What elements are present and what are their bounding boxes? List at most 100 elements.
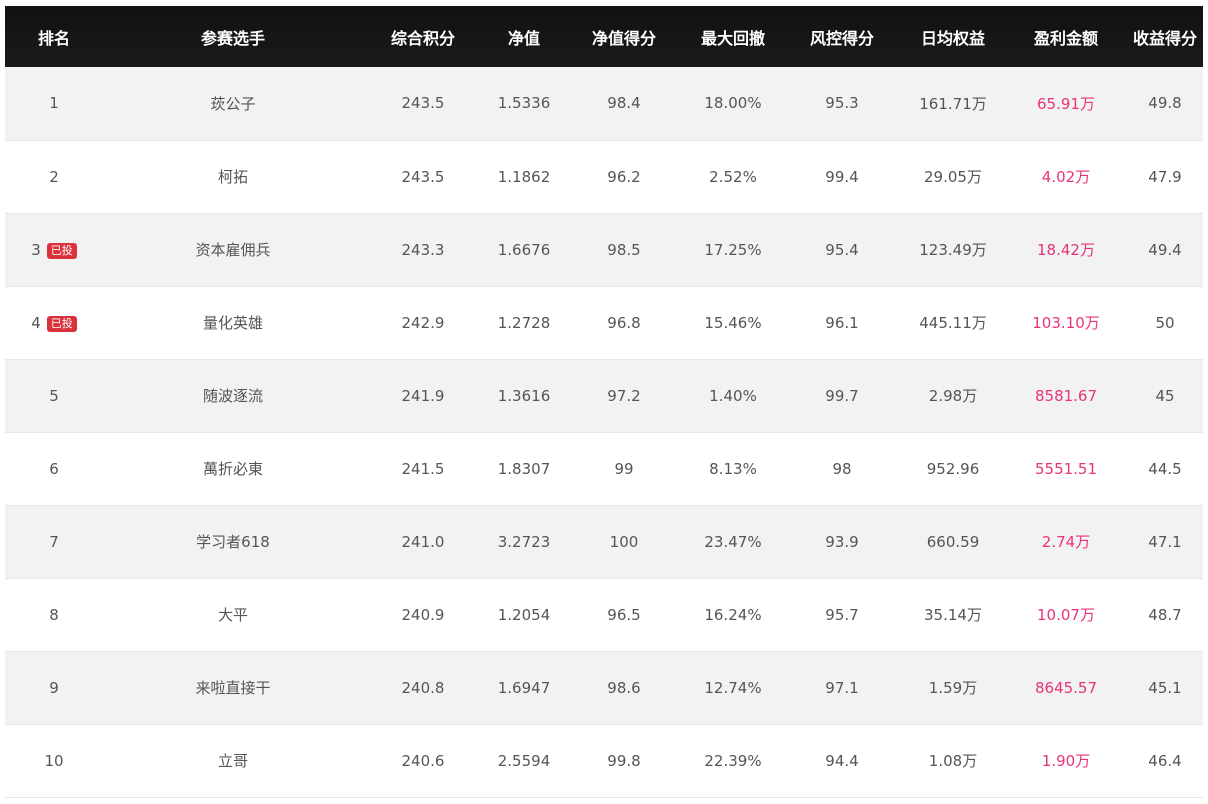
ranking-table-container: 排名 参赛选手 综合积分 净值 净值得分 最大回撤 风控得分 日均权益 盈利金额… [5,6,1203,798]
header-avg-equity[interactable]: 日均权益 [901,6,1005,67]
table-row[interactable]: 4 已投 量化英雄 242.9 1.2728 96.8 15.46% 96.1 445.11万 1… [5,286,1203,360]
table-row[interactable]: 2 柯拓 243.5 1.1862 96.2 2.52% 99.4 29.05万 4.02万 47… [5,140,1203,214]
header-total-score[interactable]: 综合积分 [363,6,483,67]
header-return-score[interactable]: 收益得分 [1127,6,1203,67]
total-score-cell: 243.3 [363,213,483,287]
header-max-drawdown[interactable]: 最大回撤 [683,6,783,67]
rank-cell: 5 [5,359,103,433]
player-name-cell[interactable]: 来啦直接干 [103,651,363,725]
total-score-cell: 242.9 [363,286,483,360]
player-name-cell[interactable]: 学习者618 [103,505,363,579]
player-name-cell[interactable]: 资本雇佣兵 [103,213,363,287]
header-player[interactable]: 参赛选手 [103,6,363,67]
rank-number: 2 [49,167,59,186]
rank-number: 10 [44,751,64,770]
header-nav[interactable]: 净值 [483,6,565,67]
player-name-cell[interactable]: 萬折必東 [103,432,363,506]
nav-score-cell: 98.4 [565,67,683,141]
player-name-cell[interactable]: 大平 [103,578,363,652]
table-row[interactable]: 5 随波逐流 241.9 1.3616 97.2 1.40% 99.7 2.98万 8581.6… [5,359,1203,433]
profit-cell: 2.74万 [1005,505,1127,579]
table-row[interactable]: 1 莰公子 243.5 1.5336 98.4 18.00% 95.3 161.71万 65.9… [5,67,1203,141]
nav-score-cell: 96.8 [565,286,683,360]
table-header: 排名 参赛选手 综合积分 净值 净值得分 最大回撤 风控得分 日均权益 盈利金额… [5,6,1203,67]
rank-number: 3 [31,240,41,259]
return-score-cell: 46.4 [1127,724,1203,798]
profit-cell: 1.90万 [1005,724,1127,798]
avg-equity-cell: 1.59万 [901,651,1005,725]
max-drawdown-cell: 17.25% [683,213,783,287]
ranking-table: 排名 参赛选手 综合积分 净值 净值得分 最大回撤 风控得分 日均权益 盈利金额… [5,6,1203,798]
rank-cell: 10 [5,724,103,798]
nav-score-cell: 98.6 [565,651,683,725]
rank-number: 1 [49,94,59,113]
rank-cell: 9 [5,651,103,725]
return-score-cell: 47.1 [1127,505,1203,579]
profit-cell: 10.07万 [1005,578,1127,652]
nav-cell: 1.5336 [483,67,565,141]
table-row[interactable]: 3 已投 资本雇佣兵 243.3 1.6676 98.5 17.25% 95.4 123.49万… [5,213,1203,287]
profit-cell: 5551.51 [1005,432,1127,506]
profit-cell: 65.91万 [1005,67,1127,141]
total-score-cell: 240.9 [363,578,483,652]
header-risk-score[interactable]: 风控得分 [783,6,901,67]
rank-cell: 8 [5,578,103,652]
rank-cell: 2 [5,140,103,214]
nav-cell: 1.2728 [483,286,565,360]
return-score-cell: 44.5 [1127,432,1203,506]
rank-number: 6 [49,459,59,478]
table-row[interactable]: 6 萬折必東 241.5 1.8307 99 8.13% 98 952.96 5551.51 44… [5,432,1203,506]
player-name-cell[interactable]: 量化英雄 [103,286,363,360]
player-name-cell[interactable]: 随波逐流 [103,359,363,433]
nav-cell: 1.2054 [483,578,565,652]
rank-number: 9 [49,678,59,697]
nav-score-cell: 96.2 [565,140,683,214]
max-drawdown-cell: 16.24% [683,578,783,652]
risk-score-cell: 94.4 [783,724,901,798]
table-row[interactable]: 9 来啦直接干 240.8 1.6947 98.6 12.74% 97.1 1.59万 8645… [5,651,1203,725]
total-score-cell: 241.0 [363,505,483,579]
nav-cell: 1.3616 [483,359,565,433]
total-score-cell: 241.9 [363,359,483,433]
profit-cell: 18.42万 [1005,213,1127,287]
avg-equity-cell: 952.96 [901,432,1005,506]
header-nav-score[interactable]: 净值得分 [565,6,683,67]
header-rank[interactable]: 排名 [5,6,103,67]
total-score-cell: 241.5 [363,432,483,506]
risk-score-cell: 98 [783,432,901,506]
total-score-cell: 243.5 [363,140,483,214]
nav-cell: 1.1862 [483,140,565,214]
nav-score-cell: 99.8 [565,724,683,798]
table-row[interactable]: 8 大平 240.9 1.2054 96.5 16.24% 95.7 35.14万 10.07万… [5,578,1203,652]
profit-cell: 4.02万 [1005,140,1127,214]
profit-cell: 8645.57 [1005,651,1127,725]
nav-score-cell: 98.5 [565,213,683,287]
avg-equity-cell: 445.11万 [901,286,1005,360]
nav-cell: 1.6676 [483,213,565,287]
invested-badge: 已投 [46,315,77,332]
nav-cell: 3.2723 [483,505,565,579]
header-row: 排名 参赛选手 综合积分 净值 净值得分 最大回撤 风控得分 日均权益 盈利金额… [5,6,1203,67]
max-drawdown-cell: 2.52% [683,140,783,214]
player-name-cell[interactable]: 立哥 [103,724,363,798]
invested-badge: 已投 [46,242,77,259]
table-row[interactable]: 7 学习者618 241.0 3.2723 100 23.47% 93.9 660.59 2.7… [5,505,1203,579]
max-drawdown-cell: 12.74% [683,651,783,725]
max-drawdown-cell: 23.47% [683,505,783,579]
return-score-cell: 48.7 [1127,578,1203,652]
risk-score-cell: 95.3 [783,67,901,141]
max-drawdown-cell: 18.00% [683,67,783,141]
table-row[interactable]: 10 立哥 240.6 2.5594 99.8 22.39% 94.4 1.08万 1.90万 4… [5,724,1203,798]
risk-score-cell: 96.1 [783,286,901,360]
max-drawdown-cell: 15.46% [683,286,783,360]
player-name-cell[interactable]: 莰公子 [103,67,363,141]
return-score-cell: 45.1 [1127,651,1203,725]
return-score-cell: 49.4 [1127,213,1203,287]
header-profit[interactable]: 盈利金额 [1005,6,1127,67]
player-name-cell[interactable]: 柯拓 [103,140,363,214]
nav-score-cell: 99 [565,432,683,506]
avg-equity-cell: 2.98万 [901,359,1005,433]
total-score-cell: 243.5 [363,67,483,141]
nav-cell: 1.8307 [483,432,565,506]
max-drawdown-cell: 22.39% [683,724,783,798]
